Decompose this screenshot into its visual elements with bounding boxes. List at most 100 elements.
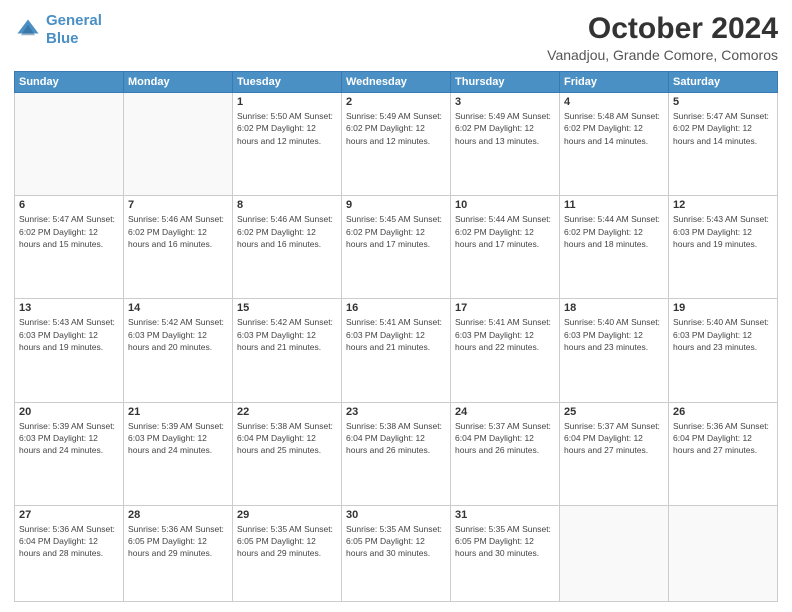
calendar-day-cell: 15Sunrise: 5:42 AM Sunset: 6:03 PM Dayli… xyxy=(233,299,342,402)
calendar-day-cell: 23 Sunrise: 5:38 AM Sunset: 6:04 PM Dayli… xyxy=(342,402,451,505)
col-sunday: Sunday xyxy=(15,72,124,93)
day-detail: Sunrise: 5:37 AM Sunset: 6:04 PM Dayligh… xyxy=(455,420,555,457)
calendar-table: Sunday Monday Tuesday Wednesday Thursday… xyxy=(14,71,778,602)
day-detail: Sunrise: 5:35 AM Sunset: 6:05 PM Dayligh… xyxy=(237,523,337,560)
day-detail: Sunrise: 5:42 AM Sunset: 6:03 PM Dayligh… xyxy=(128,316,228,353)
col-monday: Monday xyxy=(124,72,233,93)
col-friday: Friday xyxy=(560,72,669,93)
day-number: 8 xyxy=(237,199,337,211)
day-number: 9 xyxy=(346,199,446,211)
day-number: 22 xyxy=(237,406,337,418)
calendar-day-cell: 14 Sunrise: 5:42 AM Sunset: 6:03 PM Dayli… xyxy=(124,299,233,402)
calendar-day-cell: 27Sunrise: 5:36 AM Sunset: 6:04 PM Dayli… xyxy=(15,505,124,601)
day-number: 5 xyxy=(673,96,773,108)
day-number: 31 xyxy=(455,509,555,521)
calendar-day-cell: 4 Sunrise: 5:48 AM Sunset: 6:02 PM Daylig… xyxy=(560,93,669,196)
calendar-week-row: 27Sunrise: 5:36 AM Sunset: 6:04 PM Dayli… xyxy=(15,505,778,601)
day-number: 26 xyxy=(673,406,773,418)
day-number: 19 xyxy=(673,302,773,314)
day-detail: Sunrise: 5:36 AM Sunset: 6:05 PM Dayligh… xyxy=(128,523,228,560)
day-detail: Sunrise: 5:36 AM Sunset: 6:04 PM Dayligh… xyxy=(673,420,773,457)
day-number: 24 xyxy=(455,406,555,418)
calendar-week-row: 1Sunrise: 5:50 AM Sunset: 6:02 PM Daylig… xyxy=(15,93,778,196)
calendar-day-cell: 16 Sunrise: 5:41 AM Sunset: 6:03 PM Dayli… xyxy=(342,299,451,402)
calendar-day-cell: 6 Sunrise: 5:47 AM Sunset: 6:02 PM Daylig… xyxy=(15,196,124,299)
day-detail: Sunrise: 5:38 AM Sunset: 6:04 PM Dayligh… xyxy=(237,420,337,457)
calendar-day-cell: 25 Sunrise: 5:37 AM Sunset: 6:04 PM Dayli… xyxy=(560,402,669,505)
logo: General Blue xyxy=(14,12,102,48)
day-number: 17 xyxy=(455,302,555,314)
calendar-day-cell xyxy=(15,93,124,196)
col-wednesday: Wednesday xyxy=(342,72,451,93)
calendar-header-row: Sunday Monday Tuesday Wednesday Thursday… xyxy=(15,72,778,93)
calendar-week-row: 6 Sunrise: 5:47 AM Sunset: 6:02 PM Daylig… xyxy=(15,196,778,299)
day-detail: Sunrise: 5:47 AM Sunset: 6:02 PM Dayligh… xyxy=(19,213,119,250)
calendar-day-cell: 24 Sunrise: 5:37 AM Sunset: 6:04 PM Dayli… xyxy=(451,402,560,505)
day-detail: Sunrise: 5:43 AM Sunset: 6:03 PM Dayligh… xyxy=(673,213,773,250)
calendar-day-cell: 20Sunrise: 5:39 AM Sunset: 6:03 PM Dayli… xyxy=(15,402,124,505)
day-detail: Sunrise: 5:39 AM Sunset: 6:03 PM Dayligh… xyxy=(128,420,228,457)
day-number: 1 xyxy=(237,96,337,108)
day-number: 7 xyxy=(128,199,228,211)
day-detail: Sunrise: 5:38 AM Sunset: 6:04 PM Dayligh… xyxy=(346,420,446,457)
logo-line2: Blue xyxy=(46,30,79,47)
calendar-day-cell: 1Sunrise: 5:50 AM Sunset: 6:02 PM Daylig… xyxy=(233,93,342,196)
calendar-day-cell: 3Sunrise: 5:49 AM Sunset: 6:02 PM Daylig… xyxy=(451,93,560,196)
day-detail: Sunrise: 5:44 AM Sunset: 6:02 PM Dayligh… xyxy=(455,213,555,250)
calendar-day-cell: 8 Sunrise: 5:46 AM Sunset: 6:02 PM Daylig… xyxy=(233,196,342,299)
day-detail: Sunrise: 5:36 AM Sunset: 6:04 PM Dayligh… xyxy=(19,523,119,560)
day-detail: Sunrise: 5:46 AM Sunset: 6:02 PM Dayligh… xyxy=(237,213,337,250)
day-number: 14 xyxy=(128,302,228,314)
calendar-day-cell xyxy=(124,93,233,196)
sub-title: Vanadjou, Grande Comore, Comoros xyxy=(547,47,778,63)
calendar-week-row: 13Sunrise: 5:43 AM Sunset: 6:03 PM Dayli… xyxy=(15,299,778,402)
calendar-day-cell: 17 Sunrise: 5:41 AM Sunset: 6:03 PM Dayli… xyxy=(451,299,560,402)
day-detail: Sunrise: 5:48 AM Sunset: 6:02 PM Dayligh… xyxy=(564,110,664,147)
day-number: 6 xyxy=(19,199,119,211)
col-saturday: Saturday xyxy=(669,72,778,93)
calendar-day-cell: 28Sunrise: 5:36 AM Sunset: 6:05 PM Dayli… xyxy=(124,505,233,601)
calendar-day-cell: 18 Sunrise: 5:40 AM Sunset: 6:03 PM Dayli… xyxy=(560,299,669,402)
calendar-day-cell: 7Sunrise: 5:46 AM Sunset: 6:02 PM Daylig… xyxy=(124,196,233,299)
day-number: 21 xyxy=(128,406,228,418)
day-detail: Sunrise: 5:49 AM Sunset: 6:02 PM Dayligh… xyxy=(346,110,446,147)
day-number: 16 xyxy=(346,302,446,314)
title-block: October 2024 Vanadjou, Grande Comore, Co… xyxy=(547,12,778,63)
day-detail: Sunrise: 5:42 AM Sunset: 6:03 PM Dayligh… xyxy=(237,316,337,353)
page: General Blue October 2024 Vanadjou, Gran… xyxy=(0,0,792,612)
day-detail: Sunrise: 5:41 AM Sunset: 6:03 PM Dayligh… xyxy=(346,316,446,353)
calendar-day-cell: 19 Sunrise: 5:40 AM Sunset: 6:03 PM Dayli… xyxy=(669,299,778,402)
day-detail: Sunrise: 5:45 AM Sunset: 6:02 PM Dayligh… xyxy=(346,213,446,250)
col-thursday: Thursday xyxy=(451,72,560,93)
calendar-day-cell: 21 Sunrise: 5:39 AM Sunset: 6:03 PM Dayli… xyxy=(124,402,233,505)
header: General Blue October 2024 Vanadjou, Gran… xyxy=(14,12,778,63)
calendar-day-cell: 22 Sunrise: 5:38 AM Sunset: 6:04 PM Dayli… xyxy=(233,402,342,505)
calendar-day-cell: 13Sunrise: 5:43 AM Sunset: 6:03 PM Dayli… xyxy=(15,299,124,402)
calendar-week-row: 20 Sunrise: 5:39 AM Sunset: 6:03 PM Dayli… xyxy=(15,402,778,505)
logo-line1: General xyxy=(46,12,102,29)
logo-text: General Blue xyxy=(46,12,102,48)
day-number: 23 xyxy=(346,406,446,418)
calendar-day-cell: 10 Sunrise: 5:44 AM Sunset: 6:02 PM Dayli… xyxy=(451,196,560,299)
calendar-day-cell: 26 Sunrise: 5:36 AM Sunset: 6:04 PM Dayli… xyxy=(669,402,778,505)
day-number: 11 xyxy=(564,199,664,211)
calendar-day-cell: 2Sunrise: 5:49 AM Sunset: 6:02 PM Daylig… xyxy=(342,93,451,196)
calendar-day-cell: 29Sunrise: 5:35 AM Sunset: 6:05 PM Dayli… xyxy=(233,505,342,601)
day-number: 4 xyxy=(564,96,664,108)
day-detail: Sunrise: 5:40 AM Sunset: 6:03 PM Dayligh… xyxy=(673,316,773,353)
main-title: October 2024 xyxy=(547,12,778,45)
day-detail: Sunrise: 5:37 AM Sunset: 6:04 PM Dayligh… xyxy=(564,420,664,457)
day-number: 18 xyxy=(564,302,664,314)
day-number: 10 xyxy=(455,199,555,211)
calendar-day-cell: 31Sunrise: 5:35 AM Sunset: 6:05 PM Dayli… xyxy=(451,505,560,601)
day-detail: Sunrise: 5:47 AM Sunset: 6:02 PM Dayligh… xyxy=(673,110,773,147)
day-detail: Sunrise: 5:41 AM Sunset: 6:03 PM Dayligh… xyxy=(455,316,555,353)
calendar-day-cell xyxy=(560,505,669,601)
day-number: 25 xyxy=(564,406,664,418)
day-detail: Sunrise: 5:40 AM Sunset: 6:03 PM Dayligh… xyxy=(564,316,664,353)
day-number: 20 xyxy=(19,406,119,418)
day-detail: Sunrise: 5:44 AM Sunset: 6:02 PM Dayligh… xyxy=(564,213,664,250)
calendar-day-cell: 5 Sunrise: 5:47 AM Sunset: 6:02 PM Daylig… xyxy=(669,93,778,196)
day-detail: Sunrise: 5:35 AM Sunset: 6:05 PM Dayligh… xyxy=(346,523,446,560)
day-number: 30 xyxy=(346,509,446,521)
